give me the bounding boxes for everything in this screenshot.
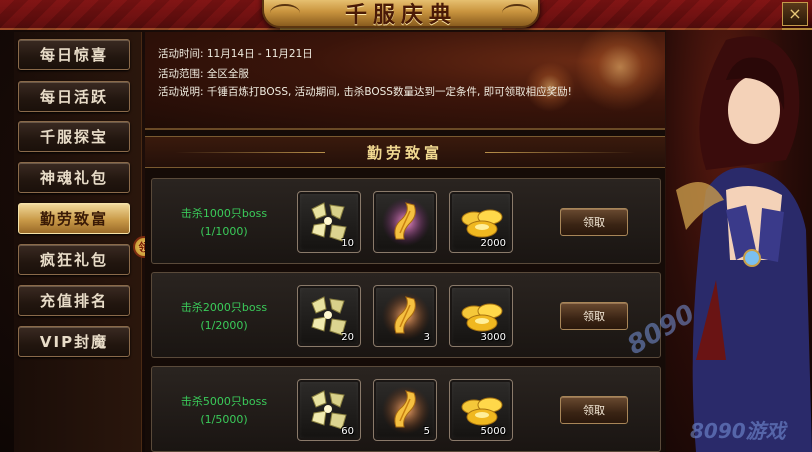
item-quantity: 60 xyxy=(341,426,354,437)
item-quantity: 5 xyxy=(423,426,430,437)
item-quantity: 3 xyxy=(423,332,430,343)
ribbon-left xyxy=(0,0,280,30)
title-plate: 千服庆典 xyxy=(262,0,540,28)
sidebar-item-label: 每日活跃 xyxy=(39,88,108,106)
reward-item-slot[interactable]: 5 xyxy=(373,379,437,441)
sidebar-item-treasure-hunt[interactable]: 千服探宝 xyxy=(18,121,130,152)
condition-text: 击杀2000只boss xyxy=(180,301,268,314)
reward-row: 击杀5000只boss (1/5000) 60 5 5000 领取 xyxy=(151,366,661,452)
item-quantity: 20 xyxy=(341,332,354,343)
sidebar-item-soul-pack[interactable]: 神魂礼包 xyxy=(18,162,130,193)
sidebar-item-daily-active[interactable]: 每日活跃 xyxy=(18,81,130,112)
reward-item-slot[interactable] xyxy=(373,191,437,253)
condition-text: 击杀5000只boss xyxy=(180,395,268,408)
event-window: 千服庆典 × 每日惊喜 每日活跃 千服探宝 神魂礼包 勤劳致富 疯狂礼包 充值排… xyxy=(0,0,812,452)
condition-progress: (1/1000) xyxy=(200,225,248,238)
item-quantity: 10 xyxy=(341,238,354,249)
claim-button[interactable]: 领取 xyxy=(560,396,628,424)
event-scope: 活动范围: 全区全服 xyxy=(158,68,249,80)
item-quantity: 2000 xyxy=(480,238,506,249)
sidebar-item-label: 充值排名 xyxy=(39,292,108,310)
sidebar-item-daily-surprise[interactable]: 每日惊喜 xyxy=(18,39,130,70)
section-title: 勤劳致富 xyxy=(366,143,443,162)
sidebar-item-recharge-rank[interactable]: 充值排名 xyxy=(18,285,130,316)
sidebar-item-label: 每日惊喜 xyxy=(39,46,108,64)
sidebar-item-crazy-pack[interactable]: 疯狂礼包 xyxy=(18,244,130,275)
title-ornament-left xyxy=(270,4,300,22)
reward-item-slot[interactable]: 3 xyxy=(373,285,437,347)
sidebar-item-hardwork-rich[interactable]: 勤劳致富 xyxy=(18,203,130,234)
reward-item-slot[interactable]: 5000 xyxy=(449,379,513,441)
sidebar-item-label: 疯狂礼包 xyxy=(39,251,108,269)
info-banner: 活动时间: 11月14日 - 11月21日 活动范围: 全区全服 活动说明: 千… xyxy=(145,22,665,130)
header-divider-right xyxy=(485,152,635,153)
sidebar-item-vip-seal[interactable]: VIP封魔 xyxy=(18,326,130,357)
reward-item-slot[interactable]: 20 xyxy=(297,285,361,347)
condition-text: 击杀1000只boss xyxy=(180,207,268,220)
reward-condition: 击杀5000只boss (1/5000) xyxy=(156,393,292,429)
header-divider-left xyxy=(175,152,325,153)
scroll-icon xyxy=(382,198,430,246)
condition-progress: (1/5000) xyxy=(200,413,248,426)
condition-progress: (1/2000) xyxy=(200,319,248,332)
item-quantity: 5000 xyxy=(480,426,506,437)
character-illustration xyxy=(666,30,812,452)
sidebar-item-label: 勤劳致富 xyxy=(39,210,108,228)
watermark-logo-bottom: 8090游戏 xyxy=(690,419,786,443)
sidebar-item-label: 神魂礼包 xyxy=(39,169,108,187)
reward-item-slot[interactable]: 3000 xyxy=(449,285,513,347)
reward-row: 击杀1000只boss (1/1000) 10 2000 领取 xyxy=(151,178,661,264)
event-description: 活动说明: 千锤百炼打BOSS, 活动期间, 击杀BOSS数量达到一定条件, 即… xyxy=(158,86,572,98)
reward-row: 击杀2000只boss (1/2000) 20 3 3000 领取 xyxy=(151,272,661,358)
reward-item-slot[interactable]: 10 xyxy=(297,191,361,253)
reward-condition: 击杀1000只boss (1/1000) xyxy=(156,205,292,241)
reward-condition: 击杀2000只boss (1/2000) xyxy=(156,299,292,335)
reward-item-slot[interactable]: 2000 xyxy=(449,191,513,253)
section-header: 勤劳致富 xyxy=(145,136,665,168)
claim-button[interactable]: 领取 xyxy=(560,208,628,236)
ribbon-right xyxy=(502,0,782,30)
claim-button[interactable]: 领取 xyxy=(560,302,628,330)
close-icon: × xyxy=(788,4,802,23)
item-quantity: 3000 xyxy=(480,332,506,343)
window-title: 千服庆典 xyxy=(344,2,457,28)
character-portrait xyxy=(676,36,812,452)
event-time: 活动时间: 11月14日 - 11月21日 xyxy=(158,48,313,60)
firework-decoration xyxy=(575,22,665,112)
reward-item-slot[interactable]: 60 xyxy=(297,379,361,441)
sidebar-item-label: VIP封魔 xyxy=(39,333,109,351)
sidebar-item-label: 千服探宝 xyxy=(39,128,108,146)
close-button[interactable]: × xyxy=(782,2,808,26)
content-panel: 活动时间: 11月14日 - 11月21日 活动范围: 全区全服 活动说明: 千… xyxy=(145,22,665,452)
title-ornament-right xyxy=(502,4,532,22)
